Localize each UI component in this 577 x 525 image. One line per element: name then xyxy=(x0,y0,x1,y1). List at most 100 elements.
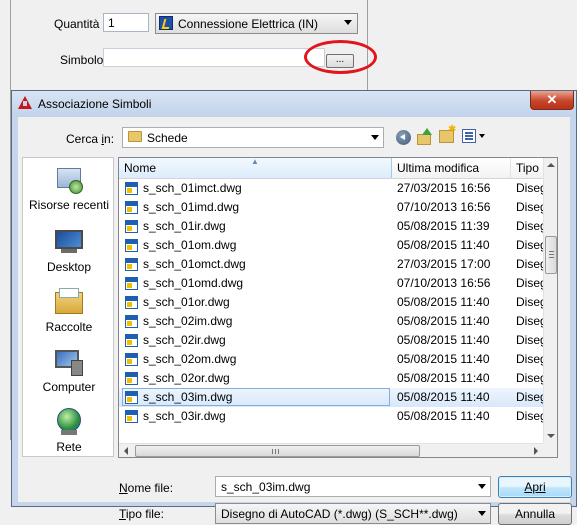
look-in-value: Schede xyxy=(147,131,188,145)
open-button[interactable]: Apri xyxy=(498,476,572,498)
highlight-ellipse xyxy=(304,40,377,74)
place-label: Rete xyxy=(56,440,82,454)
place-label: Desktop xyxy=(46,260,92,274)
dwg-file-icon xyxy=(125,258,138,271)
file-modified-cell: 05/08/2015 11:40 xyxy=(397,390,490,404)
file-modified-cell: 05/08/2015 11:40 xyxy=(397,409,490,423)
file-list-header: ▲ Nome Ultima modifica Tipo xyxy=(119,158,543,179)
electric-connection-icon xyxy=(159,16,173,30)
view-menu-dropdown-icon[interactable] xyxy=(479,134,485,138)
file-type-select[interactable]: Disegno di AutoCAD (*.dwg) (S_SCH**.dwg) xyxy=(215,503,491,524)
place-label: Computer xyxy=(42,380,96,394)
file-name-cell: s_sch_01om.dwg xyxy=(143,238,237,252)
new-folder-icon[interactable] xyxy=(439,124,456,143)
place-label: Raccolte xyxy=(45,320,93,334)
file-row[interactable]: s_sch_03im.dwg 05/08/2015 11:40 Disegn xyxy=(119,388,553,407)
file-row[interactable]: s_sch_01omct.dwg 27/03/2015 17:00 Disegn xyxy=(119,255,553,274)
autocad-logo-icon xyxy=(18,96,32,109)
dwg-file-icon xyxy=(125,182,138,195)
cancel-button[interactable]: Annulla xyxy=(498,503,572,525)
file-name-cell: s_sch_03im.dwg xyxy=(143,390,233,404)
file-row[interactable]: s_sch_01or.dwg 05/08/2015 11:40 Disegn xyxy=(119,293,553,312)
scroll-down-icon[interactable] xyxy=(547,434,555,438)
close-button[interactable]: ✕ xyxy=(530,91,574,110)
look-in-combo[interactable]: Schede xyxy=(122,127,384,148)
dwg-file-icon xyxy=(125,410,138,423)
file-type-label: Tipo file: xyxy=(119,507,164,521)
scroll-thumb[interactable] xyxy=(135,445,420,457)
file-modified-cell: 07/10/2013 16:56 xyxy=(397,200,491,214)
folder-icon xyxy=(128,131,142,142)
file-name-cell: s_sch_01omd.dwg xyxy=(143,276,244,290)
file-name-cell: s_sch_02or.dwg xyxy=(143,371,230,385)
look-in-label: Cerca in: xyxy=(66,132,115,146)
dialog-body: Cerca in: Schede Risorse recenti Desktop… xyxy=(18,117,572,525)
scroll-left-icon[interactable] xyxy=(124,447,128,455)
scroll-right-icon[interactable] xyxy=(534,447,538,455)
file-modified-cell: 05/08/2015 11:40 xyxy=(397,352,490,366)
file-name-cell: s_sch_01or.dwg xyxy=(143,295,230,309)
place-label: Risorse recenti xyxy=(28,198,110,212)
file-row[interactable]: s_sch_02im.dwg 05/08/2015 11:40 Disegn xyxy=(119,312,553,331)
associazione-simboli-dialog: Associazione Simboli ✕ Cerca in: Schede … xyxy=(11,90,577,525)
chevron-down-icon xyxy=(371,135,379,140)
file-rows: s_sch_01imct.dwg 27/03/2015 16:56 Disegn s_… xyxy=(119,179,553,426)
quantity-input[interactable]: 1 xyxy=(103,13,149,32)
dwg-file-icon xyxy=(125,277,138,290)
scroll-up-icon[interactable] xyxy=(547,163,555,167)
connection-select[interactable]: Connessione Elettrica (IN) xyxy=(155,13,358,34)
file-modified-cell: 05/08/2015 11:40 xyxy=(397,314,490,328)
back-icon[interactable] xyxy=(396,130,411,145)
file-name-cell: s_sch_01imct.dwg xyxy=(143,181,242,195)
file-row[interactable]: s_sch_02or.dwg 05/08/2015 11:40 Disegn xyxy=(119,369,553,388)
place-libraries[interactable]: Raccolte xyxy=(23,288,115,334)
file-row[interactable]: s_sch_01imct.dwg 27/03/2015 16:56 Disegn xyxy=(119,179,553,198)
file-list[interactable]: ▲ Nome Ultima modifica Tipo s_sch_01imct… xyxy=(118,157,558,458)
quantity-label: Quantità xyxy=(54,17,100,31)
file-row[interactable]: s_sch_02ir.dwg 05/08/2015 11:40 Disegn xyxy=(119,331,553,350)
recent-places-icon xyxy=(53,166,85,196)
file-name-cell: s_sch_01imd.dwg xyxy=(143,200,240,214)
file-row[interactable]: s_sch_01imd.dwg 07/10/2013 16:56 Disegn xyxy=(119,198,553,217)
file-row[interactable]: s_sch_01ir.dwg 05/08/2015 11:39 Disegn xyxy=(119,217,553,236)
dialog-titlebar[interactable]: Associazione Simboli ✕ xyxy=(12,91,576,117)
file-modified-cell: 07/10/2013 16:56 xyxy=(397,276,491,290)
connection-select-value: Connessione Elettrica (IN) xyxy=(178,17,319,31)
file-modified-cell: 27/03/2015 17:00 xyxy=(397,257,491,271)
file-modified-cell: 05/08/2015 11:40 xyxy=(397,295,490,309)
dwg-file-icon xyxy=(125,334,138,347)
file-name-cell: s_sch_02im.dwg xyxy=(143,314,233,328)
file-row[interactable]: s_sch_01omd.dwg 07/10/2013 16:56 Disegn xyxy=(119,274,553,293)
file-row[interactable]: s_sch_01om.dwg 05/08/2015 11:40 Disegn xyxy=(119,236,553,255)
up-folder-icon[interactable] xyxy=(417,128,433,145)
sort-ascending-icon: ▲ xyxy=(251,157,259,166)
place-computer[interactable]: Computer xyxy=(23,348,115,394)
file-modified-cell: 05/08/2015 11:40 xyxy=(397,333,490,347)
file-name-input[interactable]: s_sch_03im.dwg xyxy=(215,476,491,497)
place-recent[interactable]: Risorse recenti xyxy=(23,166,115,212)
column-header-modified[interactable]: Ultima modifica xyxy=(392,158,511,178)
chevron-down-icon[interactable] xyxy=(478,484,486,489)
file-row[interactable]: s_sch_03ir.dwg 05/08/2015 11:40 Disegn xyxy=(119,407,553,426)
place-desktop[interactable]: Desktop xyxy=(23,228,115,274)
horizontal-scrollbar[interactable] xyxy=(119,443,543,457)
file-name-label: Nome file: xyxy=(119,481,174,495)
desktop-icon xyxy=(53,228,85,258)
vertical-scrollbar[interactable] xyxy=(543,158,557,443)
file-name-value: s_sch_03im.dwg xyxy=(221,480,311,494)
dwg-file-icon xyxy=(125,315,138,328)
scroll-thumb[interactable] xyxy=(545,236,557,274)
place-network[interactable]: Rete xyxy=(23,408,115,454)
file-modified-cell: 05/08/2015 11:39 xyxy=(397,219,490,233)
column-header-name[interactable]: ▲ Nome xyxy=(119,158,392,178)
file-type-value: Disegno di AutoCAD (*.dwg) (S_SCH**.dwg) xyxy=(221,507,458,521)
view-menu-icon[interactable] xyxy=(462,129,476,143)
dwg-file-icon xyxy=(125,353,138,366)
file-modified-cell: 27/03/2015 16:56 xyxy=(397,181,491,195)
file-row[interactable]: s_sch_02om.dwg 05/08/2015 11:40 Disegn xyxy=(119,350,553,369)
file-name-cell: s_sch_02om.dwg xyxy=(143,352,237,366)
file-modified-cell: 05/08/2015 11:40 xyxy=(397,371,490,385)
dwg-file-icon xyxy=(125,239,138,252)
symbol-input[interactable] xyxy=(103,48,325,67)
libraries-icon xyxy=(53,288,85,318)
